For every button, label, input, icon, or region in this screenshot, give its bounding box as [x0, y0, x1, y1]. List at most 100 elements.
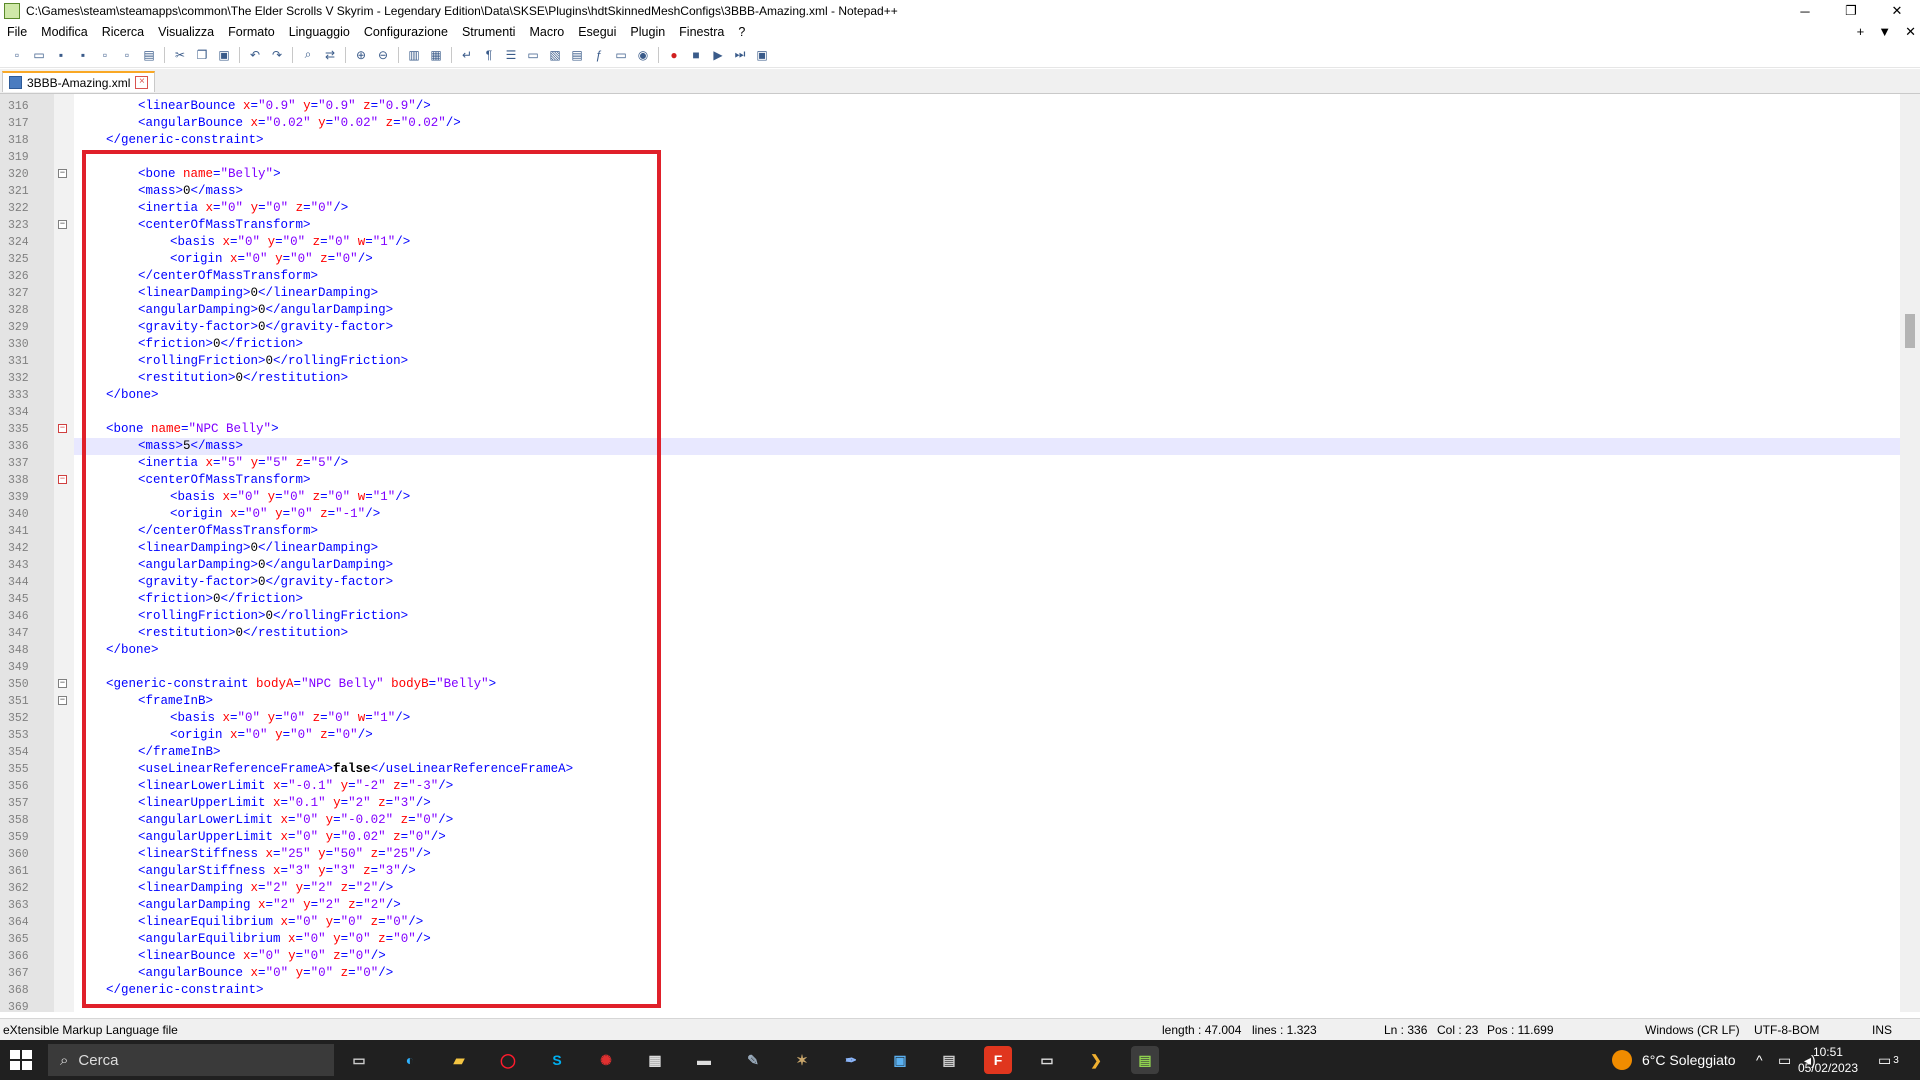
opera-icon[interactable]: ◯: [494, 1046, 522, 1074]
record-macro-icon[interactable]: ●: [665, 46, 683, 64]
code-line[interactable]: 322 <inertia x="0" y="0" z="0"/>: [8, 200, 1900, 217]
code-line[interactable]: 335 − <bone name="NPC Belly">: [8, 421, 1900, 438]
code-line[interactable]: 362 <linearDamping x="2" y="2" z="2"/>: [8, 880, 1900, 897]
app-grid-icon[interactable]: ▦: [641, 1046, 669, 1074]
close-file-icon[interactable]: ▫: [96, 46, 114, 64]
save-macro-icon[interactable]: ▣: [753, 46, 771, 64]
code-line[interactable]: 359 <angularUpperLimit x="0" y="0.02" z="…: [8, 829, 1900, 846]
code-line[interactable]: 346 <rollingFriction>0</rollingFriction>: [8, 608, 1900, 625]
copy-icon[interactable]: ❐: [193, 46, 211, 64]
doc-map-icon[interactable]: ▧: [546, 46, 564, 64]
menu-modifica[interactable]: Modifica: [34, 22, 95, 42]
print-icon[interactable]: ▤: [140, 46, 158, 64]
code-line[interactable]: 363 <angularDamping x="2" y="2" z="2"/>: [8, 897, 1900, 914]
code-line[interactable]: 349: [8, 659, 1900, 676]
menu-file[interactable]: File: [0, 22, 34, 42]
app-window-icon[interactable]: ▣: [886, 1046, 914, 1074]
code-line[interactable]: 331 <rollingFriction>0</rollingFriction>: [8, 353, 1900, 370]
menu-help[interactable]: ?: [731, 22, 752, 42]
code-line[interactable]: 327 <linearDamping>0</linearDamping>: [8, 285, 1900, 302]
app-f-icon[interactable]: F: [984, 1046, 1012, 1074]
code-line[interactable]: 318 </generic-constraint>: [8, 132, 1900, 149]
code-line[interactable]: 365 <angularEquilibrium x="0" y="0" z="0"…: [8, 931, 1900, 948]
status-mode[interactable]: INS: [1872, 1023, 1892, 1037]
tab-list-button[interactable]: ▼: [1878, 22, 1891, 42]
zoom-in-icon[interactable]: ⊕: [352, 46, 370, 64]
code-line[interactable]: 316 <linearBounce x="0.9" y="0.9" z="0.9"…: [8, 98, 1900, 115]
code-line[interactable]: 360 <linearStiffness x="25" y="50" z="25"…: [8, 846, 1900, 863]
fold-toggle-icon[interactable]: −: [58, 424, 67, 433]
code-line[interactable]: 333 </bone>: [8, 387, 1900, 404]
folder-workspace-icon[interactable]: ▭: [612, 46, 630, 64]
fold-toggle-icon[interactable]: −: [58, 696, 67, 705]
status-eol[interactable]: Windows (CR LF): [1645, 1023, 1740, 1037]
app-calc-icon[interactable]: ▤: [935, 1046, 963, 1074]
notification-icon[interactable]: ▭ 3: [1878, 1040, 1899, 1080]
code-line[interactable]: 332 <restitution>0</restitution>: [8, 370, 1900, 387]
menu-macro[interactable]: Macro: [522, 22, 571, 42]
file-explorer-icon[interactable]: ▰: [445, 1046, 473, 1074]
menu-visualizza[interactable]: Visualizza: [151, 22, 221, 42]
notepadpp-taskbar-icon[interactable]: ▤: [1131, 1046, 1159, 1074]
minimize-button[interactable]: ─: [1782, 0, 1828, 22]
fold-margin[interactable]: [54, 94, 74, 1012]
code-line[interactable]: 328 <angularDamping>0</angularDamping>: [8, 302, 1900, 319]
menu-plugin[interactable]: Plugin: [623, 22, 672, 42]
app-mm-icon[interactable]: ▬: [690, 1046, 718, 1074]
code-line[interactable]: 321 <mass>0</mass>: [8, 183, 1900, 200]
code-line[interactable]: 361 <angularStiffness x="3" y="3" z="3"/>: [8, 863, 1900, 880]
code-line[interactable]: 330 <friction>0</friction>: [8, 336, 1900, 353]
code-line[interactable]: 369: [8, 999, 1900, 1012]
code-line[interactable]: 367 <angularBounce x="0" y="0" z="0"/>: [8, 965, 1900, 982]
menu-configurazione[interactable]: Configurazione: [357, 22, 455, 42]
play-macro-icon[interactable]: ▶: [709, 46, 727, 64]
app-brush-icon[interactable]: ✎: [739, 1046, 767, 1074]
tray-chevron-icon[interactable]: ^: [1756, 1040, 1763, 1080]
redo-icon[interactable]: ↷: [268, 46, 286, 64]
fold-toggle-icon[interactable]: −: [58, 475, 67, 484]
open-file-icon[interactable]: ▭: [30, 46, 48, 64]
code-line[interactable]: 336 <mass>5</mass>: [8, 438, 1900, 455]
close-icon[interactable]: ×: [135, 76, 149, 89]
code-line[interactable]: 319: [8, 149, 1900, 166]
code-line[interactable]: 355 <useLinearReferenceFrameA>false</useL…: [8, 761, 1900, 778]
status-encoding[interactable]: UTF-8-BOM: [1754, 1023, 1819, 1037]
code-line[interactable]: 329 <gravity-factor>0</gravity-factor>: [8, 319, 1900, 336]
code-line[interactable]: 364 <linearEquilibrium x="0" y="0" z="0"/…: [8, 914, 1900, 931]
save-icon[interactable]: ▪: [52, 46, 70, 64]
function-list-icon[interactable]: ƒ: [590, 46, 608, 64]
close-all-icon[interactable]: ▫: [118, 46, 136, 64]
vertical-scrollbar[interactable]: [1900, 94, 1920, 1012]
code-line[interactable]: 345 <friction>0</friction>: [8, 591, 1900, 608]
doc-list-icon[interactable]: ▤: [568, 46, 586, 64]
code-line[interactable]: 317 <angularBounce x="0.02" y="0.02" z="0…: [8, 115, 1900, 132]
new-tab-button[interactable]: +: [1857, 22, 1865, 42]
undo-icon[interactable]: ↶: [246, 46, 264, 64]
save-all-icon[interactable]: ▪: [74, 46, 92, 64]
code-line[interactable]: 353 <origin x="0" y="0" z="0"/>: [8, 727, 1900, 744]
sync-vertical-icon[interactable]: ▥: [405, 46, 423, 64]
editor[interactable]: 316 <linearBounce x="0.9" y="0.9" z="0.9"…: [0, 94, 1920, 1012]
show-all-chars-icon[interactable]: ¶: [480, 46, 498, 64]
code-line[interactable]: 352 <basis x="0" y="0" z="0" w="1"/>: [8, 710, 1900, 727]
menu-strumenti[interactable]: Strumenti: [455, 22, 523, 42]
code-line[interactable]: 320 − <bone name="Belly">: [8, 166, 1900, 183]
app-monitor-icon[interactable]: ▭: [1033, 1046, 1061, 1074]
fold-toggle-icon[interactable]: −: [58, 679, 67, 688]
code-line[interactable]: 326 </centerOfMassTransform>: [8, 268, 1900, 285]
word-wrap-icon[interactable]: ↵: [458, 46, 476, 64]
edge-icon[interactable]: ◐: [396, 1046, 424, 1074]
stop-macro-icon[interactable]: ■: [687, 46, 705, 64]
code-line[interactable]: 354 </frameInB>: [8, 744, 1900, 761]
code-line[interactable]: 366 <linearBounce x="0" y="0" z="0"/>: [8, 948, 1900, 965]
code-area[interactable]: 316 <linearBounce x="0.9" y="0.9" z="0.9"…: [8, 94, 1900, 1012]
udl-icon[interactable]: ▭: [524, 46, 542, 64]
code-line[interactable]: 339 <basis x="0" y="0" z="0" w="1"/>: [8, 489, 1900, 506]
menu-ricerca[interactable]: Ricerca: [95, 22, 151, 42]
new-file-icon[interactable]: ▫: [8, 46, 26, 64]
menu-finestra[interactable]: Finestra: [672, 22, 731, 42]
indent-guide-icon[interactable]: ☰: [502, 46, 520, 64]
windows-start-icon[interactable]: [10, 1050, 32, 1070]
sync-horizontal-icon[interactable]: ▦: [427, 46, 445, 64]
menu-formato[interactable]: Formato: [221, 22, 282, 42]
